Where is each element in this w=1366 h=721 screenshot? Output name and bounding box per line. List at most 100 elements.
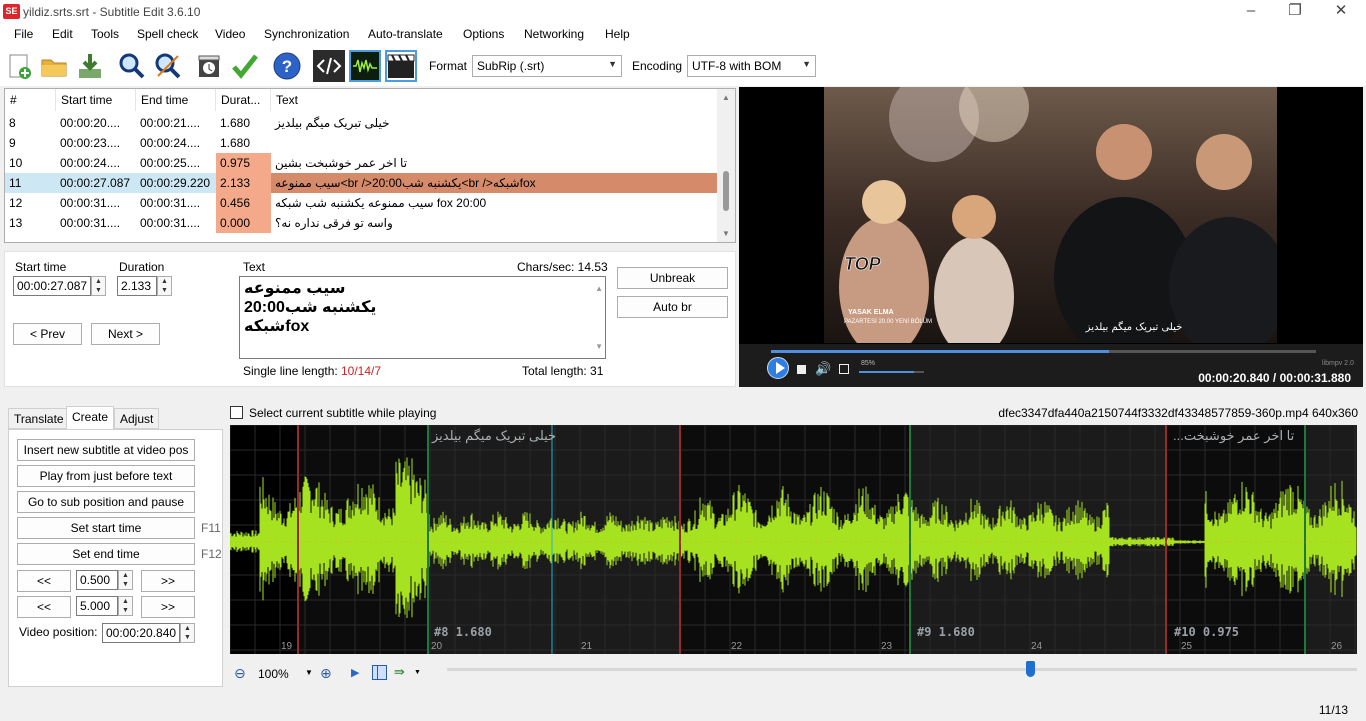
- step-small-input[interactable]: 0.500: [76, 570, 118, 590]
- next-button[interactable]: Next >: [91, 323, 160, 345]
- continue-dropdown-icon[interactable]: ▼: [414, 669, 421, 676]
- play-selection-icon[interactable]: ▶: [351, 666, 359, 679]
- video-download-icon[interactable]: [194, 50, 226, 82]
- menu-auto-translate[interactable]: Auto-translate: [368, 27, 443, 41]
- table-row[interactable]: 13 00:00:31.... 00:00:31.... 0.000 واسه تو ف…: [5, 213, 716, 233]
- video-progress-fill: [771, 350, 1109, 353]
- step-large-input[interactable]: 5.000: [76, 596, 118, 616]
- step-small-spinner[interactable]: ▲ ▼: [118, 570, 133, 590]
- time-tick-23: 23: [881, 641, 893, 652]
- menu-edit[interactable]: Edit: [52, 27, 73, 41]
- column-text[interactable]: Text: [271, 89, 717, 111]
- video-clapper-icon[interactable]: [385, 50, 417, 82]
- start-time-spinner[interactable]: ▲ ▼: [91, 276, 106, 296]
- play-before-text-button[interactable]: Play from just before text: [17, 465, 195, 487]
- set-start-time-button[interactable]: Set start time: [17, 517, 195, 539]
- scroll-down-icon[interactable]: ▼: [722, 229, 730, 238]
- waveform-subtitle-10: ...تا اخر عمر خوشبخت: [1173, 428, 1295, 443]
- menu-synchronization[interactable]: Synchronization: [264, 27, 349, 41]
- forward-small-button[interactable]: >>: [141, 570, 195, 592]
- source-view-icon[interactable]: [313, 50, 345, 82]
- encoding-select[interactable]: UTF-8 with BOM ▼: [687, 55, 816, 77]
- edit-panel: Start time 00:00:27.087 ▲ ▼ Duration 2.13…: [4, 251, 736, 387]
- scroll-up-icon[interactable]: ▲: [595, 279, 603, 298]
- column-end-time[interactable]: End time: [136, 89, 216, 111]
- duration-spinner[interactable]: ▲ ▼: [157, 276, 172, 296]
- menu-tools[interactable]: Tools: [91, 27, 119, 41]
- video-position-spinner[interactable]: ▲ ▼: [180, 623, 195, 643]
- prev-button[interactable]: < Prev: [13, 323, 82, 345]
- find-icon[interactable]: [116, 50, 148, 82]
- tab-translate[interactable]: Translate: [8, 408, 70, 429]
- start-time-input[interactable]: 00:00:27.087: [13, 276, 91, 296]
- zoom-level[interactable]: 100%: [258, 667, 289, 681]
- insert-subtitle-button[interactable]: Insert new subtitle at video pos: [17, 439, 195, 461]
- waveform-slider-thumb[interactable]: [1026, 661, 1035, 677]
- table-row[interactable]: 12 00:00:31.... 00:00:31.... 0.456 سیب ممنوع…: [5, 193, 716, 213]
- scroll-down-icon[interactable]: ▼: [595, 337, 603, 356]
- table-row[interactable]: 8 00:00:20.... 00:00:21.... 1.680 خیلی تبریک…: [5, 113, 716, 133]
- stop-icon[interactable]: [797, 365, 806, 374]
- menu-spell-check[interactable]: Spell check: [137, 27, 198, 41]
- check-icon[interactable]: [229, 50, 261, 82]
- zoom-in-icon[interactable]: ⊕: [320, 665, 332, 682]
- table-row[interactable]: 10 00:00:24.... 00:00:25.... 0.975 تا اخر عم…: [5, 153, 716, 173]
- zoom-out-icon[interactable]: ⊖: [234, 665, 246, 682]
- video-position-input[interactable]: 00:00:20.840: [102, 623, 180, 643]
- fullscreen-icon[interactable]: [839, 364, 849, 374]
- close-button[interactable]: ✕: [1318, 0, 1364, 24]
- grid-scrollbar[interactable]: ▲ ▼: [717, 89, 735, 242]
- unbreak-button[interactable]: Unbreak: [617, 267, 728, 289]
- format-select[interactable]: SubRip (.srt) ▼: [472, 55, 622, 77]
- menu-networking[interactable]: Networking: [524, 27, 584, 41]
- menu-file[interactable]: File: [14, 27, 33, 41]
- column-duration[interactable]: Durat...: [216, 89, 271, 111]
- waveform-panel[interactable]: [230, 425, 1357, 654]
- f11-shortcut: F11: [201, 521, 221, 535]
- duration-input[interactable]: 2.133: [117, 276, 157, 296]
- column-number[interactable]: #: [5, 89, 56, 111]
- set-end-time-button[interactable]: Set end time: [17, 543, 195, 565]
- play-button[interactable]: [767, 357, 789, 379]
- zoom-dropdown-icon[interactable]: ▼: [305, 668, 313, 677]
- step-large-spinner[interactable]: ▲ ▼: [118, 596, 133, 616]
- video-time: 00:00:20.840 / 00:00:31.880: [1198, 371, 1351, 385]
- waveform-position-slider[interactable]: [447, 668, 1357, 671]
- open-folder-icon[interactable]: [38, 50, 70, 82]
- video-player[interactable]: TOP YASAK ELMA PAZARTESİ 20.00 YENİ BÖLÜ…: [739, 87, 1363, 387]
- select-while-playing-checkbox[interactable]: [230, 406, 243, 419]
- table-row[interactable]: 11 00:00:27.087 00:00:29.220 2.133 سیب ممنوع…: [5, 173, 717, 193]
- menu-video[interactable]: Video: [215, 27, 245, 41]
- toggle-spectrogram-icon[interactable]: [372, 665, 387, 680]
- back-large-button[interactable]: <<: [17, 596, 71, 618]
- minimize-button[interactable]: –: [1228, 0, 1274, 24]
- column-start-time[interactable]: Start time: [56, 89, 136, 111]
- go-to-sub-position-button[interactable]: Go to sub position and pause: [17, 491, 195, 513]
- scrollbar-thumb[interactable]: [723, 171, 729, 211]
- volume-icon[interactable]: 🔊: [815, 361, 831, 377]
- subtitle-text-editor[interactable]: سیب ممنوعه یکشنبه شب20:00 شبکهfox ▲ ▼: [239, 276, 606, 359]
- volume-slider[interactable]: [859, 371, 924, 373]
- scroll-up-icon[interactable]: ▲: [722, 93, 730, 102]
- back-small-button[interactable]: <<: [17, 570, 71, 592]
- menu-help[interactable]: Help: [605, 27, 630, 41]
- replace-icon[interactable]: [152, 50, 184, 82]
- download-save-icon[interactable]: [74, 50, 106, 82]
- subtitle-grid: # Start time End time Durat... Text 8 00:…: [4, 88, 736, 243]
- menu-options[interactable]: Options: [463, 27, 504, 41]
- start-time-label: Start time: [15, 260, 67, 274]
- maximize-button[interactable]: ❐: [1272, 0, 1318, 24]
- help-icon[interactable]: ?: [271, 50, 303, 82]
- auto-br-button[interactable]: Auto br: [617, 296, 728, 318]
- new-file-icon[interactable]: [3, 50, 35, 82]
- tab-create[interactable]: Create: [66, 406, 115, 429]
- auto-continue-icon[interactable]: ⇛: [394, 664, 405, 680]
- waveform-icon[interactable]: [349, 50, 381, 82]
- table-cell: 00:00:31....: [140, 196, 201, 210]
- table-cell: 1.680: [220, 116, 251, 130]
- table-row[interactable]: 9 00:00:23.... 00:00:24.... 1.680: [5, 133, 716, 153]
- video-progress-track[interactable]: [771, 350, 1316, 353]
- player-engine: libmpv 2.0: [1322, 360, 1354, 367]
- tab-adjust[interactable]: Adjust: [114, 408, 160, 429]
- forward-large-button[interactable]: >>: [141, 596, 195, 618]
